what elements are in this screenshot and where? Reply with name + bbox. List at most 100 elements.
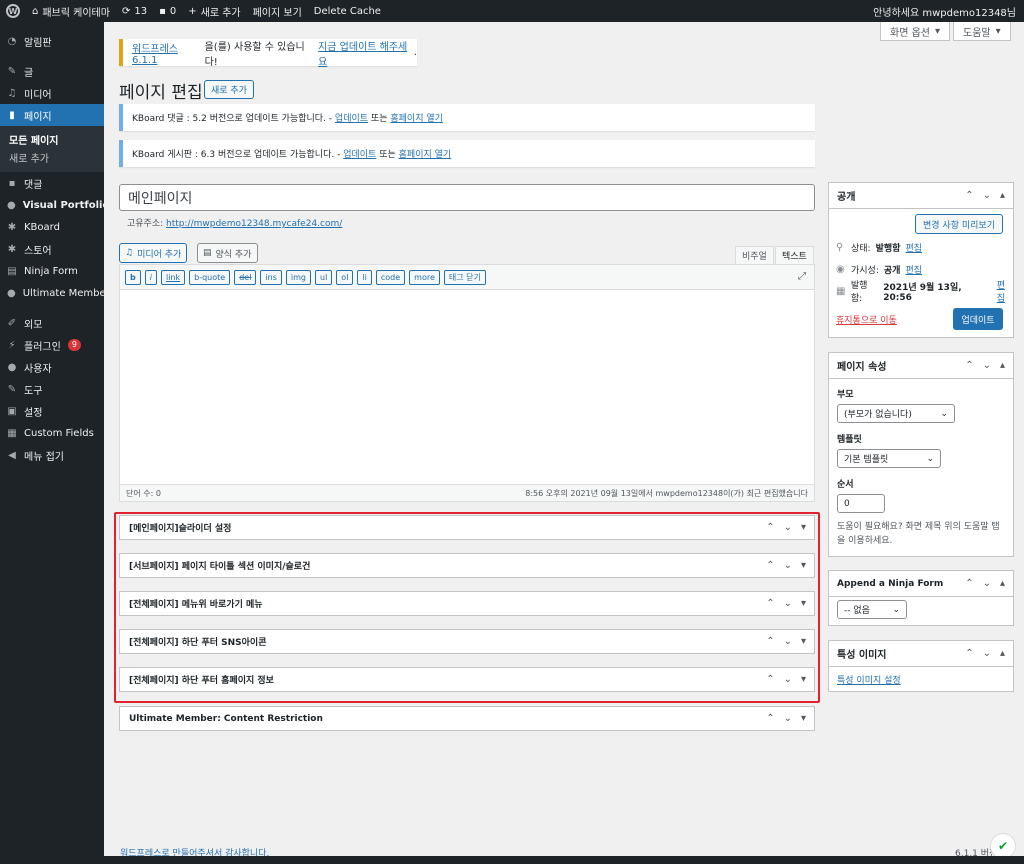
toggle-icon[interactable]: ▾ bbox=[801, 674, 806, 685]
permalink-url[interactable]: http://mwpdemo12348.mycafe24.com/ bbox=[166, 219, 342, 229]
move-down-icon[interactable]: ⌄ bbox=[784, 598, 792, 609]
metabox-shortcut-menu[interactable]: [전체페이지] 메뉴위 바로가기 메뉴 ⌃ ⌄ ▾ bbox=[119, 591, 815, 616]
move-down-icon[interactable]: ⌄ bbox=[784, 522, 792, 533]
fullscreen-icon[interactable]: ⤢ bbox=[798, 271, 806, 282]
metabox-footer-sns[interactable]: [전체페이지] 하단 푸터 SNS아이콘 ⌃ ⌄ ▾ bbox=[119, 629, 815, 654]
move-up-icon[interactable]: ⌃ bbox=[965, 578, 973, 589]
metabox-sub-title-section[interactable]: [서브페이지] 페이지 타이틀 섹션 이미지/슬로건 ⌃ ⌄ ▾ bbox=[119, 553, 815, 578]
qt-blockquote-button[interactable]: b-quote bbox=[189, 269, 231, 285]
edit-date-link[interactable]: 편집 bbox=[997, 278, 1013, 304]
delete-cache-link[interactable]: Delete Cache bbox=[308, 0, 387, 22]
sidebar-item-store[interactable]: ✱ 스토어 bbox=[0, 238, 104, 260]
sidebar-item-settings[interactable]: ▣ 설정 bbox=[0, 400, 104, 422]
move-up-icon[interactable]: ⌃ bbox=[766, 522, 774, 533]
updates-link[interactable]: ⟳ 13 bbox=[116, 0, 153, 22]
qt-img-button[interactable]: img bbox=[285, 269, 311, 285]
sidebar-item-visual-portfolio[interactable]: ● Visual Portfolio bbox=[0, 194, 109, 216]
submenu-add-new[interactable]: 새로 추가 bbox=[0, 148, 104, 166]
sidebar-item-kboard[interactable]: ✱ KBoard bbox=[0, 216, 104, 238]
qt-ins-button[interactable]: ins bbox=[260, 269, 282, 285]
order-input[interactable]: 0 bbox=[837, 494, 885, 513]
move-down-icon[interactable]: ⌄ bbox=[784, 674, 792, 685]
sidebar-item-users[interactable]: ● 사용자 bbox=[0, 356, 104, 378]
help-tab[interactable]: 도움말 ▾ bbox=[953, 22, 1011, 41]
post-title-input[interactable]: 메인페이지 bbox=[119, 184, 815, 211]
comments-link[interactable]: ▪ 0 bbox=[153, 0, 182, 22]
parent-select[interactable]: (부모가 없습니다) ⌄ bbox=[837, 404, 955, 423]
sidebar-item-pages[interactable]: ▮ 페이지 bbox=[0, 104, 104, 126]
toggle-icon[interactable]: ▴ bbox=[1000, 578, 1005, 589]
qt-bold-button[interactable]: b bbox=[125, 269, 141, 285]
metabox-content-restriction[interactable]: Ultimate Member: Content Restriction ⌃ ⌄ ▾ bbox=[119, 706, 815, 731]
move-up-icon[interactable]: ⌃ bbox=[965, 190, 973, 201]
toggle-icon[interactable]: ▴ bbox=[1000, 648, 1005, 659]
move-up-icon[interactable]: ⌃ bbox=[965, 360, 973, 371]
move-down-icon[interactable]: ⌄ bbox=[784, 636, 792, 647]
qt-li-button[interactable]: li bbox=[357, 269, 372, 285]
kboard-comment-home-link[interactable]: 홈페이지 열기 bbox=[390, 111, 443, 124]
submenu-all-pages[interactable]: 모든 페이지 bbox=[0, 130, 104, 148]
edit-status-link[interactable]: 편집 bbox=[905, 241, 922, 254]
move-to-trash-link[interactable]: 휴지통으로 이동 bbox=[836, 313, 897, 326]
qt-more-button[interactable]: more bbox=[409, 269, 440, 285]
ninja-form-select[interactable]: -- 없음 ⌄ bbox=[837, 600, 907, 619]
sidebar-item-comments[interactable]: ▪ 댓글 bbox=[0, 172, 104, 194]
sidebar-item-appearance[interactable]: ✐ 외모 bbox=[0, 312, 104, 334]
sidebar-item-tools[interactable]: ✎ 도구 bbox=[0, 378, 104, 400]
sidebar-item-collapse-menu[interactable]: ◀ 메뉴 접기 bbox=[0, 444, 104, 466]
sidebar-item-ultimate-member[interactable]: ● Ultimate Member bbox=[0, 282, 110, 304]
preview-changes-button[interactable]: 변경 사항 미리보기 bbox=[915, 214, 1003, 234]
qt-close-tags-button[interactable]: 태그 닫기 bbox=[443, 269, 486, 285]
toggle-icon[interactable]: ▾ bbox=[801, 560, 806, 571]
view-page-link[interactable]: 페이지 보기 bbox=[247, 0, 308, 22]
wordpress-logo-icon[interactable]: W bbox=[0, 0, 26, 22]
move-up-icon[interactable]: ⌃ bbox=[965, 648, 973, 659]
screen-options-tab[interactable]: 화면 옵션 ▾ bbox=[880, 22, 951, 41]
metabox-main-slider[interactable]: [메인페이지]슬라이더 설정 ⌃ ⌄ ▾ bbox=[119, 515, 815, 540]
move-up-icon[interactable]: ⌃ bbox=[766, 560, 774, 571]
qt-del-button[interactable]: del bbox=[234, 269, 257, 285]
add-form-button[interactable]: ▤ 양식 추가 bbox=[197, 243, 258, 263]
account-menu[interactable]: 안녕하세요 mwpdemo12348님 bbox=[867, 0, 1024, 22]
add-new-page-button[interactable]: 새로 추가 bbox=[204, 80, 254, 99]
qt-code-button[interactable]: code bbox=[375, 269, 406, 285]
toggle-icon[interactable]: ▴ bbox=[1000, 360, 1005, 371]
update-button[interactable]: 업데이트 bbox=[953, 308, 1003, 330]
move-down-icon[interactable]: ⌄ bbox=[784, 713, 792, 724]
new-content-link[interactable]: + 새로 추가 bbox=[182, 0, 246, 22]
edit-visibility-link[interactable]: 편집 bbox=[905, 263, 922, 276]
move-up-icon[interactable]: ⌃ bbox=[766, 674, 774, 685]
toggle-icon[interactable]: ▾ bbox=[801, 598, 806, 609]
toggle-icon[interactable]: ▾ bbox=[801, 522, 806, 533]
move-down-icon[interactable]: ⌄ bbox=[983, 360, 991, 371]
toggle-icon[interactable]: ▾ bbox=[801, 713, 806, 724]
site-name-link[interactable]: ⌂ 패브릭 케이테마 bbox=[26, 0, 116, 22]
move-up-icon[interactable]: ⌃ bbox=[766, 598, 774, 609]
toggle-icon[interactable]: ▴ bbox=[1000, 190, 1005, 201]
tab-text[interactable]: 텍스트 bbox=[775, 246, 814, 265]
tab-visual[interactable]: 비주얼 bbox=[735, 246, 774, 265]
move-up-icon[interactable]: ⌃ bbox=[766, 713, 774, 724]
toggle-icon[interactable]: ▾ bbox=[801, 636, 806, 647]
kboard-comment-update-link[interactable]: 업데이트 bbox=[335, 111, 368, 124]
metabox-footer-info[interactable]: [전체페이지] 하단 푸터 홈페이지 정보 ⌃ ⌄ ▾ bbox=[119, 667, 815, 692]
move-down-icon[interactable]: ⌄ bbox=[983, 648, 991, 659]
sidebar-item-dashboard[interactable]: ◔ 알림판 bbox=[0, 30, 104, 52]
sidebar-item-posts[interactable]: ✎ 글 bbox=[0, 60, 104, 82]
wp-version-link[interactable]: 워드프레스 6.1.1 bbox=[132, 40, 205, 66]
qt-link-button[interactable]: link bbox=[160, 269, 186, 285]
add-media-button[interactable]: ♫ 미디어 추가 bbox=[119, 243, 188, 263]
move-up-icon[interactable]: ⌃ bbox=[766, 636, 774, 647]
sidebar-item-custom-fields[interactable]: ▦ Custom Fields bbox=[0, 422, 104, 444]
qt-ul-button[interactable]: ul bbox=[315, 269, 333, 285]
kboard-board-update-link[interactable]: 업데이트 bbox=[343, 147, 376, 160]
sidebar-item-ninja-form[interactable]: ▤ Ninja Form bbox=[0, 260, 104, 282]
template-select[interactable]: 기본 템플릿 ⌄ bbox=[837, 449, 941, 468]
update-now-link[interactable]: 지금 업데이트 해주세요 bbox=[318, 38, 414, 68]
move-down-icon[interactable]: ⌄ bbox=[983, 578, 991, 589]
sidebar-item-plugins[interactable]: ⚡ 플러그인 9 bbox=[0, 334, 104, 356]
kboard-board-home-link[interactable]: 홈페이지 열기 bbox=[399, 147, 452, 160]
move-down-icon[interactable]: ⌄ bbox=[784, 560, 792, 571]
set-featured-image-link[interactable]: 특성 이미지 설정 bbox=[837, 676, 901, 686]
qt-italic-button[interactable]: i bbox=[144, 269, 157, 285]
